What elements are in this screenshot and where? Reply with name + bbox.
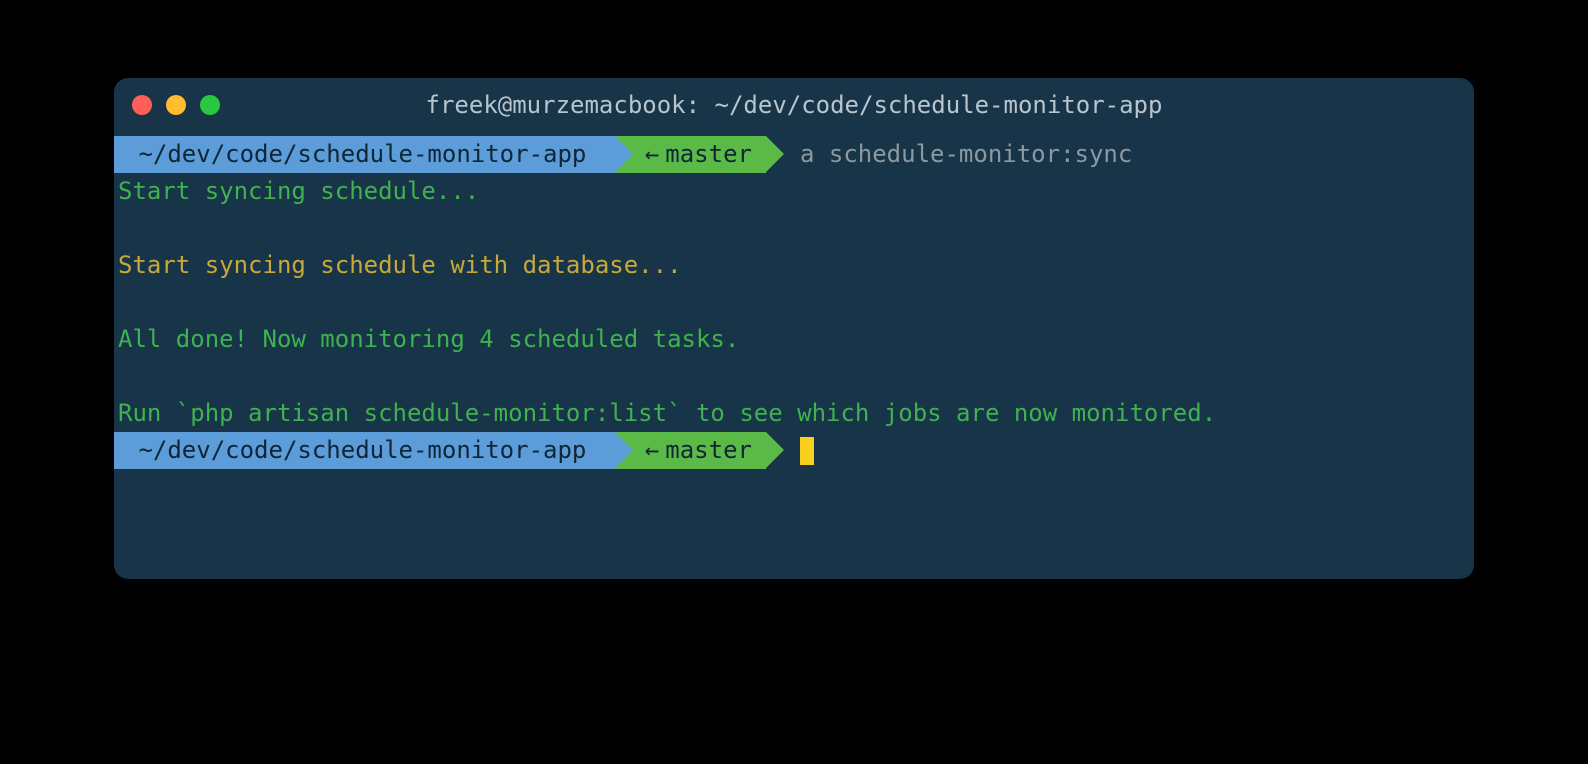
prompt-line-2: ~/dev/code/schedule-monitor-app ←master (114, 432, 1474, 469)
output-line: Start syncing schedule... (114, 173, 1474, 210)
output-line: All done! Now monitoring 4 scheduled tas… (114, 321, 1474, 358)
branch-name: master (665, 432, 752, 469)
titlebar: freek@murzemacbook: ~/dev/code/schedule-… (114, 78, 1474, 132)
command-text: a schedule-monitor:sync (766, 136, 1132, 173)
cursor (800, 437, 814, 465)
terminal-body[interactable]: ~/dev/code/schedule-monitor-app ←master … (114, 132, 1474, 469)
arrow-left-icon: ← (645, 432, 659, 469)
output-line: Start syncing schedule with database... (114, 247, 1474, 284)
prompt-line-1: ~/dev/code/schedule-monitor-app ←master … (114, 136, 1474, 173)
blank-line (114, 358, 1474, 395)
zoom-icon[interactable] (200, 95, 220, 115)
prompt-path: ~/dev/code/schedule-monitor-app (114, 136, 615, 173)
minimize-icon[interactable] (166, 95, 186, 115)
terminal-window[interactable]: freek@murzemacbook: ~/dev/code/schedule-… (114, 78, 1474, 579)
output-line: Run `php artisan schedule-monitor:list` … (114, 395, 1474, 432)
prompt-branch: ←master (615, 136, 766, 173)
arrow-left-icon: ← (645, 136, 659, 173)
prompt-path: ~/dev/code/schedule-monitor-app (114, 432, 615, 469)
blank-line (114, 210, 1474, 247)
window-title: freek@murzemacbook: ~/dev/code/schedule-… (114, 91, 1474, 119)
traffic-lights (132, 95, 220, 115)
close-icon[interactable] (132, 95, 152, 115)
branch-name: master (665, 136, 752, 173)
prompt-branch: ←master (615, 432, 766, 469)
blank-line (114, 284, 1474, 321)
